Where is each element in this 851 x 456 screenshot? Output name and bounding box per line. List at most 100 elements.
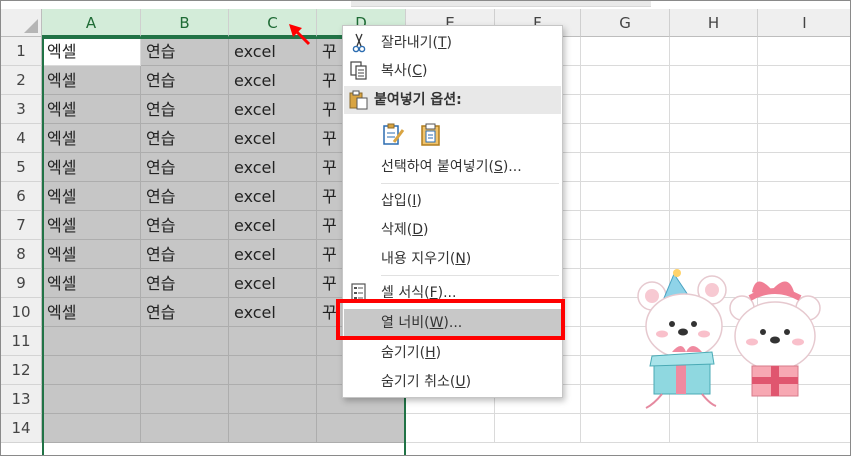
cell[interactable] xyxy=(758,66,850,95)
row-header[interactable]: 12 xyxy=(1,356,42,385)
cell[interactable] xyxy=(581,182,670,211)
cell[interactable] xyxy=(229,356,317,385)
row-header[interactable]: 9 xyxy=(1,269,42,298)
cell[interactable] xyxy=(758,414,850,443)
cell[interactable] xyxy=(229,385,317,414)
cell[interactable]: 연습 xyxy=(141,37,229,66)
cell[interactable]: 엑셀 xyxy=(42,95,141,124)
cell[interactable]: 엑셀 xyxy=(42,66,141,95)
cell[interactable] xyxy=(758,95,850,124)
cell[interactable] xyxy=(581,153,670,182)
column-header-h[interactable]: H xyxy=(670,9,758,37)
row-header[interactable]: 10 xyxy=(1,298,42,327)
row-header[interactable]: 5 xyxy=(1,153,42,182)
cell[interactable] xyxy=(141,327,229,356)
cell[interactable] xyxy=(141,385,229,414)
cell[interactable]: 엑셀 xyxy=(42,211,141,240)
paste-icon[interactable] xyxy=(419,122,443,146)
cell[interactable] xyxy=(581,95,670,124)
row-header[interactable]: 3 xyxy=(1,95,42,124)
cell[interactable] xyxy=(670,414,758,443)
cell[interactable]: 연습 xyxy=(141,240,229,269)
row-header[interactable]: 6 xyxy=(1,182,42,211)
menu-item-hide[interactable]: 숨기기(H) xyxy=(344,339,561,367)
cell[interactable] xyxy=(670,153,758,182)
menu-item-clear-contents[interactable]: 내용 지우기(N) xyxy=(344,245,561,273)
cell[interactable] xyxy=(758,211,850,240)
cell[interactable]: excel xyxy=(229,153,317,182)
cell[interactable] xyxy=(670,240,758,269)
cell[interactable]: 엑셀 xyxy=(42,124,141,153)
cell[interactable] xyxy=(406,414,495,443)
column-header-b[interactable]: B xyxy=(141,9,229,37)
cell[interactable]: 연습 xyxy=(141,153,229,182)
cell[interactable] xyxy=(758,153,850,182)
row-header[interactable]: 14 xyxy=(1,414,42,443)
menu-item-format-cells[interactable]: 셀 서식(F)... xyxy=(344,279,561,307)
cell[interactable] xyxy=(670,124,758,153)
cell[interactable]: 연습 xyxy=(141,182,229,211)
menu-item-delete[interactable]: 삭제(D) xyxy=(344,216,561,244)
select-all-corner[interactable] xyxy=(1,9,42,37)
menu-item-copy[interactable]: 복사(C) xyxy=(344,57,561,85)
cell[interactable] xyxy=(141,414,229,443)
cell[interactable] xyxy=(581,124,670,153)
cell[interactable]: 엑셀 xyxy=(42,153,141,182)
cell[interactable]: 연습 xyxy=(141,211,229,240)
row-header[interactable]: 13 xyxy=(1,385,42,414)
cell[interactable] xyxy=(670,211,758,240)
cell[interactable] xyxy=(670,95,758,124)
cell[interactable] xyxy=(229,414,317,443)
cell[interactable]: 연습 xyxy=(141,95,229,124)
cell[interactable] xyxy=(42,385,141,414)
menu-item-paste-special[interactable]: 선택하여 붙여넣기(S)... xyxy=(344,153,561,181)
cell[interactable]: excel xyxy=(229,95,317,124)
row-header[interactable]: 8 xyxy=(1,240,42,269)
cell[interactable] xyxy=(758,182,850,211)
cell[interactable] xyxy=(758,240,850,269)
cell[interactable]: excel xyxy=(229,182,317,211)
cell[interactable]: 엑셀 xyxy=(42,240,141,269)
cell[interactable] xyxy=(42,327,141,356)
cell[interactable]: excel xyxy=(229,298,317,327)
cell[interactable]: 연습 xyxy=(141,298,229,327)
cell[interactable] xyxy=(758,37,850,66)
cell[interactable]: excel xyxy=(229,66,317,95)
column-header-g[interactable]: G xyxy=(581,9,670,37)
cell[interactable] xyxy=(229,327,317,356)
cell[interactable] xyxy=(581,66,670,95)
column-header-i[interactable]: I xyxy=(758,9,850,37)
row-header[interactable]: 4 xyxy=(1,124,42,153)
row-header[interactable]: 11 xyxy=(1,327,42,356)
cell[interactable]: 연습 xyxy=(141,269,229,298)
cell[interactable]: 엑셀 xyxy=(42,37,141,66)
cell[interactable] xyxy=(495,414,581,443)
cell[interactable]: excel xyxy=(229,269,317,298)
column-header-a[interactable]: A xyxy=(42,9,141,37)
cell[interactable] xyxy=(141,356,229,385)
cell[interactable]: excel xyxy=(229,211,317,240)
cell[interactable] xyxy=(670,182,758,211)
cell[interactable] xyxy=(581,211,670,240)
cell[interactable] xyxy=(317,414,406,443)
cell[interactable] xyxy=(758,124,850,153)
row-header[interactable]: 1 xyxy=(1,37,42,66)
row-header[interactable]: 2 xyxy=(1,66,42,95)
menu-item-column-width[interactable]: 열 너비(W)... xyxy=(344,309,561,337)
paste-keep-format-icon[interactable] xyxy=(381,122,405,146)
menu-item-insert[interactable]: 삽입(I) xyxy=(344,187,561,215)
cell[interactable] xyxy=(581,37,670,66)
cell[interactable] xyxy=(581,240,670,269)
row-header[interactable]: 7 xyxy=(1,211,42,240)
menu-item-cut[interactable]: 잘라내기(T) xyxy=(344,29,561,57)
cell[interactable]: 연습 xyxy=(141,124,229,153)
cell[interactable]: 엑셀 xyxy=(42,182,141,211)
cell[interactable] xyxy=(670,66,758,95)
cell[interactable]: 엑셀 xyxy=(42,298,141,327)
cell[interactable] xyxy=(670,37,758,66)
cell[interactable]: 연습 xyxy=(141,66,229,95)
menu-item-unhide[interactable]: 숨기기 취소(U) xyxy=(344,368,561,396)
cell[interactable]: excel xyxy=(229,124,317,153)
cell[interactable] xyxy=(42,414,141,443)
cell[interactable] xyxy=(42,356,141,385)
